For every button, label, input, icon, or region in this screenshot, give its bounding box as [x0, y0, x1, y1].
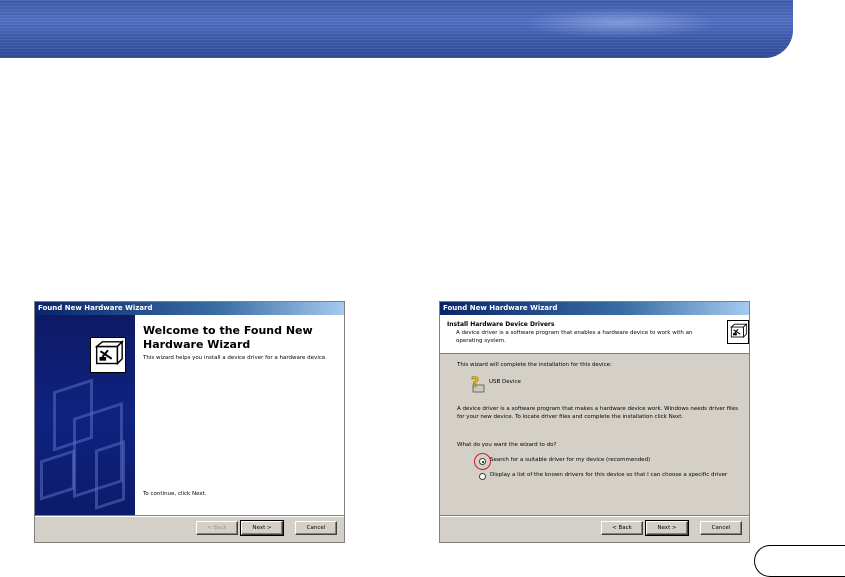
display-list-option-label[interactable]: Display a list of the known drivers for … — [490, 472, 740, 480]
button-separator — [440, 515, 749, 517]
intro-text: This wizard will complete the installati… — [457, 362, 612, 368]
cancel-button[interactable]: Cancel — [295, 521, 337, 535]
next-button[interactable]: Next > — [240, 520, 284, 536]
continue-instruction: To continue, click Next. — [143, 491, 207, 497]
hardware-wizard-icon — [90, 337, 126, 373]
wizard-question: What do you want the wizard to do? — [457, 442, 557, 448]
top-banner — [0, 0, 793, 58]
button-separator — [35, 515, 344, 517]
hardware-wizard-icon — [727, 320, 749, 344]
dialog-titlebar[interactable]: Found New Hardware Wizard — [440, 302, 749, 315]
welcome-heading: Welcome to the Found New Hardware Wizard — [143, 324, 313, 351]
back-button[interactable]: < Back — [601, 521, 643, 535]
question-device-icon: ? — [469, 374, 487, 394]
header-subtitle: A device driver is a software program th… — [456, 330, 693, 344]
page-number-tab — [754, 545, 845, 577]
welcome-content: Welcome to the Found New Hardware Wizard… — [135, 315, 344, 517]
display-list-radio[interactable] — [479, 473, 486, 480]
welcome-description: This wizard helps you install a device d… — [143, 355, 328, 361]
button-row: < Back Next > Cancel — [601, 520, 742, 536]
back-button[interactable]: < Back — [196, 521, 238, 535]
next-button[interactable]: Next > — [645, 520, 689, 536]
driver-explanation: A device driver is a software program th… — [457, 406, 738, 420]
welcome-wizard-dialog: Found New Hardware Wizard Welcome to the… — [34, 301, 345, 543]
cancel-button[interactable]: Cancel — [700, 521, 742, 535]
search-driver-option-label[interactable]: Search for a suitable driver for my devi… — [490, 457, 650, 465]
svg-text:?: ? — [471, 375, 479, 391]
banner-glow — [520, 8, 720, 38]
button-row: < Back Next > Cancel — [196, 520, 337, 536]
header-title: Install Hardware Device Drivers — [447, 321, 555, 328]
side-panel-decoration — [95, 440, 125, 510]
install-drivers-dialog: Found New Hardware Wizard Install Hardwa… — [439, 301, 750, 543]
side-panel-decoration — [40, 449, 75, 501]
search-driver-radio[interactable] — [479, 458, 486, 465]
device-name: USB Device — [489, 379, 521, 385]
dialog-header: Install Hardware Device Drivers A device… — [440, 315, 749, 354]
wizard-side-panel — [35, 315, 135, 517]
dialog-titlebar[interactable]: Found New Hardware Wizard — [35, 302, 344, 315]
